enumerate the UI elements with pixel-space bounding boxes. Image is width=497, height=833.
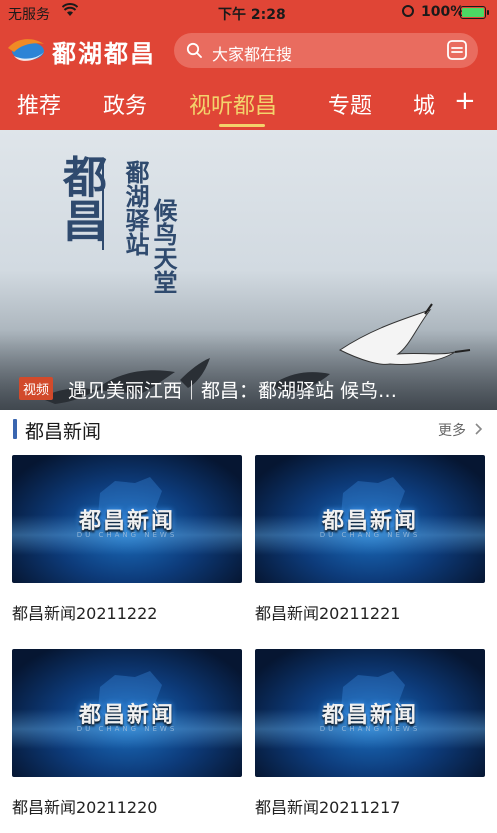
clock-time: 下午 2:28 (218, 7, 286, 23)
app-logo-icon (8, 39, 44, 61)
video-badge: 视频 (19, 377, 54, 400)
news-caption[interactable]: 都昌新闻20211220 (12, 794, 242, 818)
app-header: 无服务 下午 2:28 100% 鄱湖都昌 大家都在搜 推荐 政务 视听都昌 专… (0, 0, 497, 130)
news-card[interactable]: 都昌新闻 DU CHANG NEWS 都昌新闻20211221 (255, 455, 485, 624)
app-brand-name: 鄱湖都昌 (52, 40, 156, 68)
battery-icon (460, 6, 489, 19)
tab-video-duchang[interactable]: 视听都昌 (189, 88, 277, 120)
tab-government[interactable]: 政务 (103, 88, 147, 120)
news-thumbnail[interactable]: 都昌新闻 DU CHANG NEWS (12, 649, 242, 777)
section-title: 都昌新闻 (25, 421, 102, 443)
thumbnail-subtitle: DU CHANG NEWS (76, 531, 178, 539)
thumbnail-subtitle: DU CHANG NEWS (319, 725, 421, 733)
wifi-icon (62, 3, 78, 16)
news-caption[interactable]: 都昌新闻20211217 (255, 794, 485, 818)
category-tabs: 推荐 政务 视听都昌 专题 城 + (0, 82, 497, 128)
chevron-right-icon[interactable] (474, 423, 484, 435)
news-thumbnail[interactable]: 都昌新闻 DU CHANG NEWS (255, 649, 485, 777)
carrier-label: 无服务 (8, 7, 50, 23)
scan-icon[interactable] (446, 39, 468, 61)
banner-poster-tagline: 候鸟天堂 (149, 198, 178, 294)
tab-city[interactable]: 城 (413, 88, 435, 120)
news-thumbnail[interactable]: 都昌新闻 DU CHANG NEWS (255, 455, 485, 583)
add-tab-icon[interactable]: + (454, 86, 476, 116)
featured-banner[interactable]: 都昌 鄱湖驿站 候鸟天堂 视频 遇见美丽江西｜都昌：鄱湖驿站 候鸟… (0, 130, 497, 410)
thumbnail-subtitle: DU CHANG NEWS (76, 725, 178, 733)
active-tab-indicator (219, 124, 265, 127)
search-placeholder: 大家都在搜 (212, 45, 293, 64)
news-card[interactable]: 都昌新闻 DU CHANG NEWS 都昌新闻20211220 (12, 649, 242, 818)
section-accent-bar (13, 419, 17, 439)
battery-percentage: 100% (421, 4, 465, 20)
tab-topics[interactable]: 专题 (328, 88, 372, 120)
thumbnail-subtitle: DU CHANG NEWS (319, 531, 421, 539)
status-bar: 无服务 下午 2:28 100% (0, 0, 497, 26)
more-link[interactable]: 更多 (438, 420, 466, 440)
news-card[interactable]: 都昌新闻 DU CHANG NEWS 都昌新闻20211222 (12, 455, 242, 624)
search-icon (186, 42, 202, 58)
banner-divider (102, 162, 104, 250)
banner-title[interactable]: 遇见美丽江西｜都昌：鄱湖驿站 候鸟… (68, 376, 478, 403)
section-header: 都昌新闻 更多 (0, 410, 497, 448)
news-caption[interactable]: 都昌新闻20211222 (12, 600, 242, 624)
orientation-lock-icon (402, 5, 414, 17)
tab-recommend[interactable]: 推荐 (17, 88, 61, 120)
news-thumbnail[interactable]: 都昌新闻 DU CHANG NEWS (12, 455, 242, 583)
news-caption[interactable]: 都昌新闻20211221 (255, 600, 485, 624)
search-bar[interactable]: 大家都在搜 (174, 33, 478, 68)
news-card[interactable]: 都昌新闻 DU CHANG NEWS 都昌新闻20211217 (255, 649, 485, 818)
